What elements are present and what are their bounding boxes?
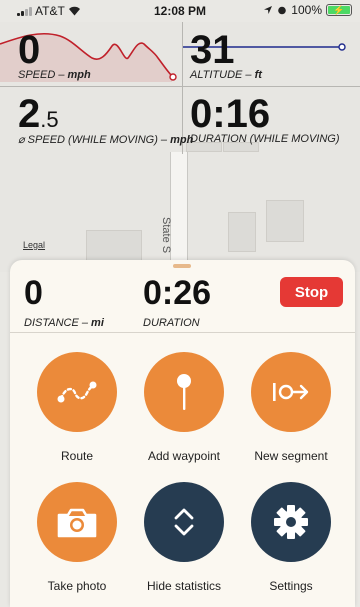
speed-label: SPEED <box>18 69 56 81</box>
route-button[interactable]: Route <box>27 352 127 463</box>
camera-icon <box>57 508 97 538</box>
speed-unit: mph <box>67 69 91 81</box>
duration-moving-label: DURATION (WHILE MOVING) <box>190 133 340 145</box>
stats-panel: 0 SPEED – mph 31 ALTITUDE – ft 2.5 ⌀ SPE… <box>0 22 360 154</box>
alarm-icon <box>278 6 287 15</box>
take-photo-button[interactable]: Take photo <box>27 482 127 593</box>
speed-label-row: SPEED – mph <box>18 69 91 81</box>
battery-percent: 100% <box>291 3 322 17</box>
speed-value: 0 <box>18 28 41 72</box>
duration-value: 0:26 <box>143 274 212 312</box>
altitude-label-row: ALTITUDE – ft <box>190 69 262 81</box>
chevron-up-down-icon <box>174 508 194 536</box>
avg-speed-label: ⌀ SPEED (WHILE MOVING) <box>18 134 158 146</box>
duration-moving-value: 0:16 <box>190 92 271 136</box>
route-label: Route <box>60 449 94 463</box>
battery-icon: ⚡ <box>326 4 352 16</box>
new-segment-button[interactable]: New segment <box>241 352 341 463</box>
speed-stat: 0 <box>18 30 40 70</box>
stop-button[interactable]: Stop <box>280 277 343 307</box>
map-street <box>170 152 188 272</box>
status-bar: AT&T 12:08 PM 100% ⚡ <box>0 0 360 22</box>
location-arrow-icon <box>264 6 273 14</box>
distance-value: 0 <box>24 274 43 312</box>
duration-label: DURATION <box>143 317 200 329</box>
avg-speed-dec: .5 <box>40 107 59 132</box>
pin-icon <box>177 374 191 410</box>
map-building <box>228 212 256 252</box>
status-right: 100% ⚡ <box>263 3 352 17</box>
distance-label-row: DISTANCE – mi <box>24 317 104 329</box>
add-waypoint-label: Add waypoint <box>147 449 221 463</box>
altitude-value: 31 <box>190 28 235 72</box>
altitude-label: ALTITUDE <box>190 69 243 81</box>
route-icon <box>57 381 97 403</box>
avg-speed-int: 2 <box>18 92 41 136</box>
new-segment-label: New segment <box>254 449 328 463</box>
duration-moving-stat: 0:16 <box>190 94 270 134</box>
hide-statistics-label: Hide statistics <box>146 579 222 593</box>
hide-statistics-button[interactable]: Hide statistics <box>134 482 234 593</box>
distance-unit: mi <box>91 317 104 329</box>
sheet-handle[interactable] <box>173 264 191 268</box>
stats-divider <box>0 86 360 87</box>
settings-label: Settings <box>269 579 313 593</box>
add-waypoint-button[interactable]: Add waypoint <box>134 352 234 463</box>
tracking-sheet: 0 DISTANCE – mi 0:26 DURATION Stop Route… <box>10 260 355 607</box>
altitude-stat: 31 <box>190 30 235 70</box>
legal-link[interactable]: Legal <box>23 240 45 250</box>
avg-speed-label-row: ⌀ SPEED (WHILE MOVING) – mph <box>18 134 194 146</box>
distance-label: DISTANCE <box>24 317 79 329</box>
settings-button[interactable]: Settings <box>241 482 341 593</box>
street-name: State S <box>160 217 172 254</box>
altitude-unit: ft <box>254 69 262 81</box>
gear-icon <box>274 505 308 539</box>
sheet-divider <box>10 332 355 333</box>
take-photo-label: Take photo <box>47 579 107 593</box>
map-building <box>266 200 304 242</box>
new-segment-icon <box>273 383 309 401</box>
